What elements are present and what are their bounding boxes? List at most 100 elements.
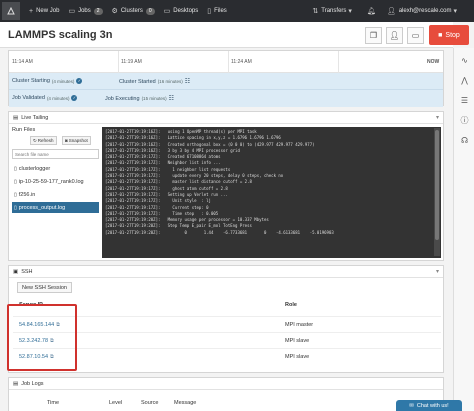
headset-icon: ☊ [460, 135, 469, 145]
copy-icon: ❐ [369, 31, 378, 40]
timeline-time-axis: 11:14 AM 11:19 AM 11:24 AM NOW [9, 51, 443, 73]
event-duration: (4 minutes) [46, 95, 70, 101]
file-search-input[interactable] [12, 149, 99, 159]
sidebar-info-button[interactable]: ⓘ [454, 110, 474, 130]
ssh-header[interactable]: ▣ SSH ▾ [9, 266, 443, 278]
column-header-role: Role [285, 302, 297, 308]
server-icon: ☷ [168, 96, 174, 102]
column-header-time: Time [47, 400, 60, 406]
file-icon: ▯ [14, 165, 17, 172]
desktop-connect-button[interactable]: ▭ [407, 27, 424, 44]
user-icon: 👤︎ [386, 8, 396, 15]
table-row: 52.87.10.54 ⧉ MPI slave [13, 348, 441, 363]
jobs-count-badge: 2 [93, 7, 103, 15]
file-list-item[interactable]: ▯ ip-10-25-59-177_rank0.log [12, 176, 99, 187]
refresh-button[interactable]: ↻ Refresh [30, 136, 57, 145]
event-label: Job Executing [105, 95, 140, 102]
new-ssh-session-button[interactable]: New SSH Session [17, 282, 72, 293]
stop-button[interactable]: ■ Stop [429, 25, 469, 45]
event-label: Job Validated [12, 95, 45, 101]
sidebar-list-button[interactable]: ☰ [454, 90, 474, 110]
ssh-title: SSH [21, 268, 33, 275]
job-logs-title: Job Logs [21, 380, 44, 387]
notification-icon: 🔔︎ [366, 8, 376, 15]
nav-files-label: Files [214, 8, 227, 14]
nav-clusters-label: Clusters [120, 8, 143, 14]
file-list-item[interactable]: ▯ clusterlogger [12, 163, 99, 174]
event-label: Cluster Starting [12, 78, 50, 84]
snapshot-label: Snapshot [68, 138, 88, 143]
table-row: 52.3.242.78 ⧉ MPI slave [13, 332, 441, 347]
timeline-event-cluster-started[interactable]: Cluster Started (16 minutes) ☷ [119, 78, 191, 86]
clusters-count-badge: 0 [145, 7, 155, 15]
timeline-tick [338, 51, 339, 73]
console-line: [2017-01-27T19:19:20Z]: 0 1.44 -6.773368… [105, 229, 334, 235]
timeline-time-label: 11:14 AM [12, 59, 33, 65]
transfers-icon: ⇅ [312, 8, 319, 15]
timeline-event-job-validated[interactable]: Job Validated (4 minutes) ✓ [12, 95, 78, 101]
server-role: MPI slave [285, 354, 310, 360]
console-scrollbar[interactable] [434, 128, 440, 256]
list-icon: ☰ [460, 95, 469, 105]
event-duration: (4 minutes) [51, 78, 75, 84]
plus-icon: + [29, 7, 34, 15]
snapshot-button[interactable]: ◙ Snapshot [62, 136, 91, 145]
file-list-item-selected[interactable]: ▯ process_output.log [12, 202, 99, 213]
log-console[interactable]: [2017-01-27T19:19:16Z]: using 1 OpenMP t… [102, 127, 441, 258]
signal-icon: ⋀ [461, 75, 468, 85]
top-navigation-bar: + New Job ▭ Jobs 2 ⚙ Clusters 0 ▭ Deskto… [0, 0, 474, 22]
rescale-logo[interactable] [2, 2, 20, 20]
timeline-cluster-row: Cluster Starting (4 minutes) ✓ Cluster S… [9, 73, 443, 90]
refresh-icon: ↻ [33, 137, 37, 143]
console-scrollbar-thumb[interactable] [435, 130, 439, 240]
column-header-level: Level [109, 400, 123, 406]
chevron-down-icon: ▾ [348, 8, 352, 15]
run-files-label: Run Files [12, 127, 36, 133]
file-name: f256.in [18, 191, 36, 198]
server-icon: ☷ [184, 79, 191, 85]
bell-icon[interactable]: 🔔︎ [367, 7, 379, 15]
file-icon: ▯ [14, 191, 17, 198]
nav-new-job[interactable]: + New Job [29, 8, 59, 15]
clone-job-button[interactable]: ❐ [365, 27, 382, 44]
user-menu[interactable]: 👤︎ alexh@rescale.com ▾ [387, 7, 460, 15]
nav-clusters[interactable]: ⚙ Clusters 0 [112, 7, 155, 15]
chat-with-us-button[interactable]: ✉ Chat with us! [396, 400, 462, 411]
share-icon: 👤︎ [389, 31, 400, 40]
file-list-item[interactable]: ▯ f256.in [12, 189, 99, 200]
job-logs-header[interactable]: ▤ Job Logs [9, 378, 443, 390]
file-name: clusterlogger [18, 165, 51, 172]
sidebar-usage-button[interactable]: ⋀ [454, 70, 474, 90]
user-email: alexh@rescale.com [398, 8, 452, 14]
timeline-now-label: NOW [427, 59, 440, 65]
nav-transfers[interactable]: ⇅ Transfers ▾ [312, 7, 355, 15]
collapse-icon[interactable]: ▾ [436, 114, 439, 121]
timeline-time-label: 11:24 AM [231, 59, 252, 65]
stop-button-label: Stop [445, 31, 460, 39]
nav-jobs[interactable]: ▭ Jobs 2 [68, 7, 103, 15]
event-duration: (15 minutes) [141, 96, 167, 101]
nav-desktops-label: Desktops [173, 8, 199, 14]
check-circle-icon: ✓ [71, 95, 78, 101]
camera-icon: ◙ [65, 138, 68, 143]
collapse-icon[interactable]: ▾ [436, 268, 439, 275]
sidebar-status-button[interactable]: ∿ [454, 50, 474, 70]
nav-desktops[interactable]: ▭ Desktops [164, 7, 199, 15]
sidebar-support-button[interactable]: ☊ [454, 130, 474, 150]
live-tailing-panel: ▤ Live Tailing ▾ Run Files ↻ Refresh ◙ S… [8, 111, 444, 261]
column-header-source: Source [141, 400, 159, 406]
tailing-icon: ▤ [13, 114, 19, 121]
nav-new-job-label: New Job [36, 8, 60, 14]
nav-files[interactable]: ▯ Files [207, 7, 227, 15]
stop-icon: ■ [438, 31, 443, 39]
event-duration: (16 minutes) [157, 79, 183, 84]
timeline-event-cluster-starting[interactable]: Cluster Starting (4 minutes) ✓ [12, 78, 83, 84]
event-label: Cluster Started [119, 78, 156, 85]
timeline-event-job-executing[interactable]: Job Executing (15 minutes) ☷ [105, 95, 174, 103]
live-tailing-header[interactable]: ▤ Live Tailing ▾ [9, 112, 443, 124]
page-title: LAMMPS scaling 3n [8, 29, 113, 41]
share-job-button[interactable]: 👤︎ [386, 27, 403, 44]
refresh-label: Refresh [37, 138, 54, 143]
monitor-icon: ▭ [411, 31, 420, 40]
job-header: LAMMPS scaling 3n ❐ 👤︎ ▭ [0, 22, 453, 48]
